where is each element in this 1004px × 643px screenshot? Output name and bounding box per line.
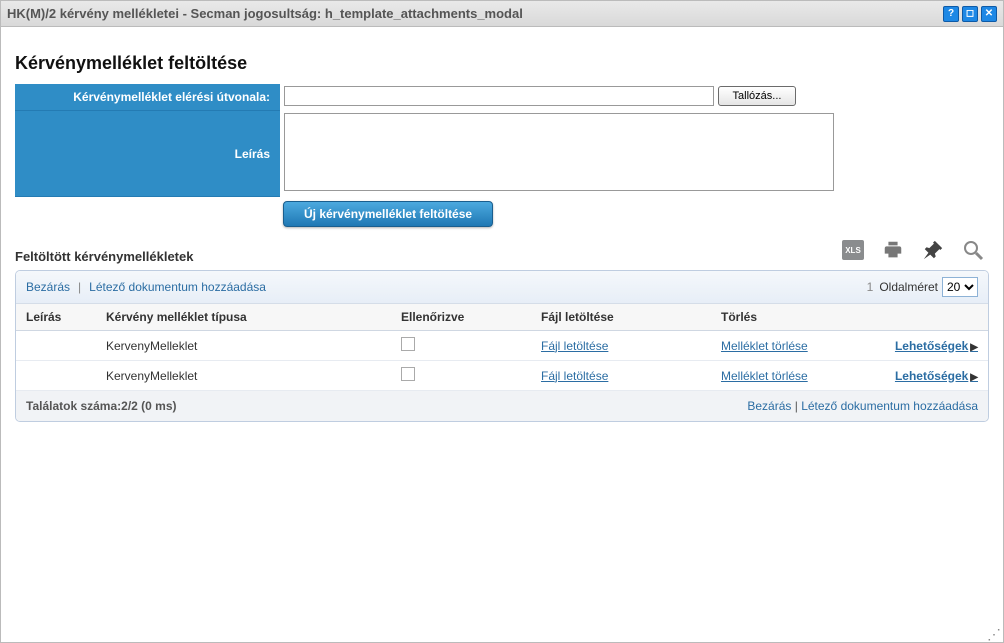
titlebar: HK(M)/2 kérvény mellékletei - Secman jog…	[1, 1, 1003, 27]
table-row: KervenyMelleklet Fájl letöltése Mellékle…	[16, 331, 988, 361]
maximize-button[interactable]: ◻	[962, 6, 978, 22]
grid-footer: Találatok száma:2/2 (0 ms) Bezárás | Lét…	[16, 391, 988, 421]
page-number: 1	[867, 280, 874, 294]
cell-check	[401, 337, 541, 354]
desc-textarea[interactable]	[284, 113, 834, 191]
grid-top-bar: Bezárás | Létező dokumentum hozzáadása 1…	[16, 271, 988, 303]
attachments-grid: Bezárás | Létező dokumentum hozzáadása 1…	[15, 270, 989, 422]
close-link-top[interactable]: Bezárás	[26, 280, 70, 294]
checkbox-icon[interactable]	[401, 367, 415, 381]
search-icon[interactable]	[959, 236, 987, 264]
upload-button[interactable]: Új kérvénymelléklet feltöltése	[283, 201, 493, 227]
col-desc-header: Leírás	[26, 310, 106, 324]
path-input[interactable]	[284, 86, 714, 106]
add-existing-link-bottom[interactable]: Létező dokumentum hozzáadása	[801, 399, 978, 413]
download-link[interactable]: Fájl letöltése	[541, 369, 608, 383]
options-link[interactable]: Lehetőségek▶	[895, 369, 978, 383]
window-title: HK(M)/2 kérvény mellékletei - Secman jog…	[7, 6, 943, 21]
path-label: Kérvénymelléklet elérési útvonala:	[15, 84, 280, 111]
chevron-right-icon: ▶	[970, 342, 978, 353]
browse-button[interactable]: Tallózás...	[718, 86, 796, 106]
close-link-bottom[interactable]: Bezárás	[747, 399, 791, 413]
pagesize-select[interactable]: 20	[942, 277, 978, 297]
pagesize-label: Oldalméret	[879, 280, 938, 294]
col-type-header: Kérvény melléklet típusa	[106, 310, 401, 324]
pin-icon[interactable]	[919, 236, 947, 264]
table-row: KervenyMelleklet Fájl letöltése Mellékle…	[16, 361, 988, 391]
col-del-header: Törlés	[721, 310, 871, 324]
result-count: Találatok száma:2/2 (0 ms)	[26, 399, 177, 413]
col-file-header: Fájl letöltése	[541, 310, 721, 324]
export-xls-icon[interactable]: XLS	[839, 236, 867, 264]
grid-header: Leírás Kérvény melléklet típusa Ellenőri…	[16, 303, 988, 331]
delete-link[interactable]: Melléklet törlése	[721, 369, 808, 383]
resize-grip-icon[interactable]: ⋰	[987, 626, 1001, 640]
checkbox-icon[interactable]	[401, 337, 415, 351]
chevron-right-icon: ▶	[970, 372, 978, 383]
desc-label: Leírás	[15, 111, 280, 197]
cell-type: KervenyMelleklet	[106, 339, 401, 353]
col-opt-header	[871, 310, 978, 324]
modal-window: HK(M)/2 kérvény mellékletei - Secman jog…	[0, 0, 1004, 643]
cell-type: KervenyMelleklet	[106, 369, 401, 383]
help-button[interactable]: ?	[943, 6, 959, 22]
col-check-header: Ellenőrizve	[401, 310, 541, 324]
options-link[interactable]: Lehetőségek▶	[895, 339, 978, 353]
upload-section-title: Kérvénymelléklet feltöltése	[15, 53, 989, 74]
download-link[interactable]: Fájl letöltése	[541, 339, 608, 353]
grid-toolbar: XLS	[839, 236, 987, 264]
print-icon[interactable]	[879, 236, 907, 264]
close-button[interactable]: ✕	[981, 6, 997, 22]
window-buttons: ? ◻ ✕	[943, 6, 997, 22]
cell-check	[401, 367, 541, 384]
add-existing-link-top[interactable]: Létező dokumentum hozzáadása	[89, 280, 266, 294]
delete-link[interactable]: Melléklet törlése	[721, 339, 808, 353]
